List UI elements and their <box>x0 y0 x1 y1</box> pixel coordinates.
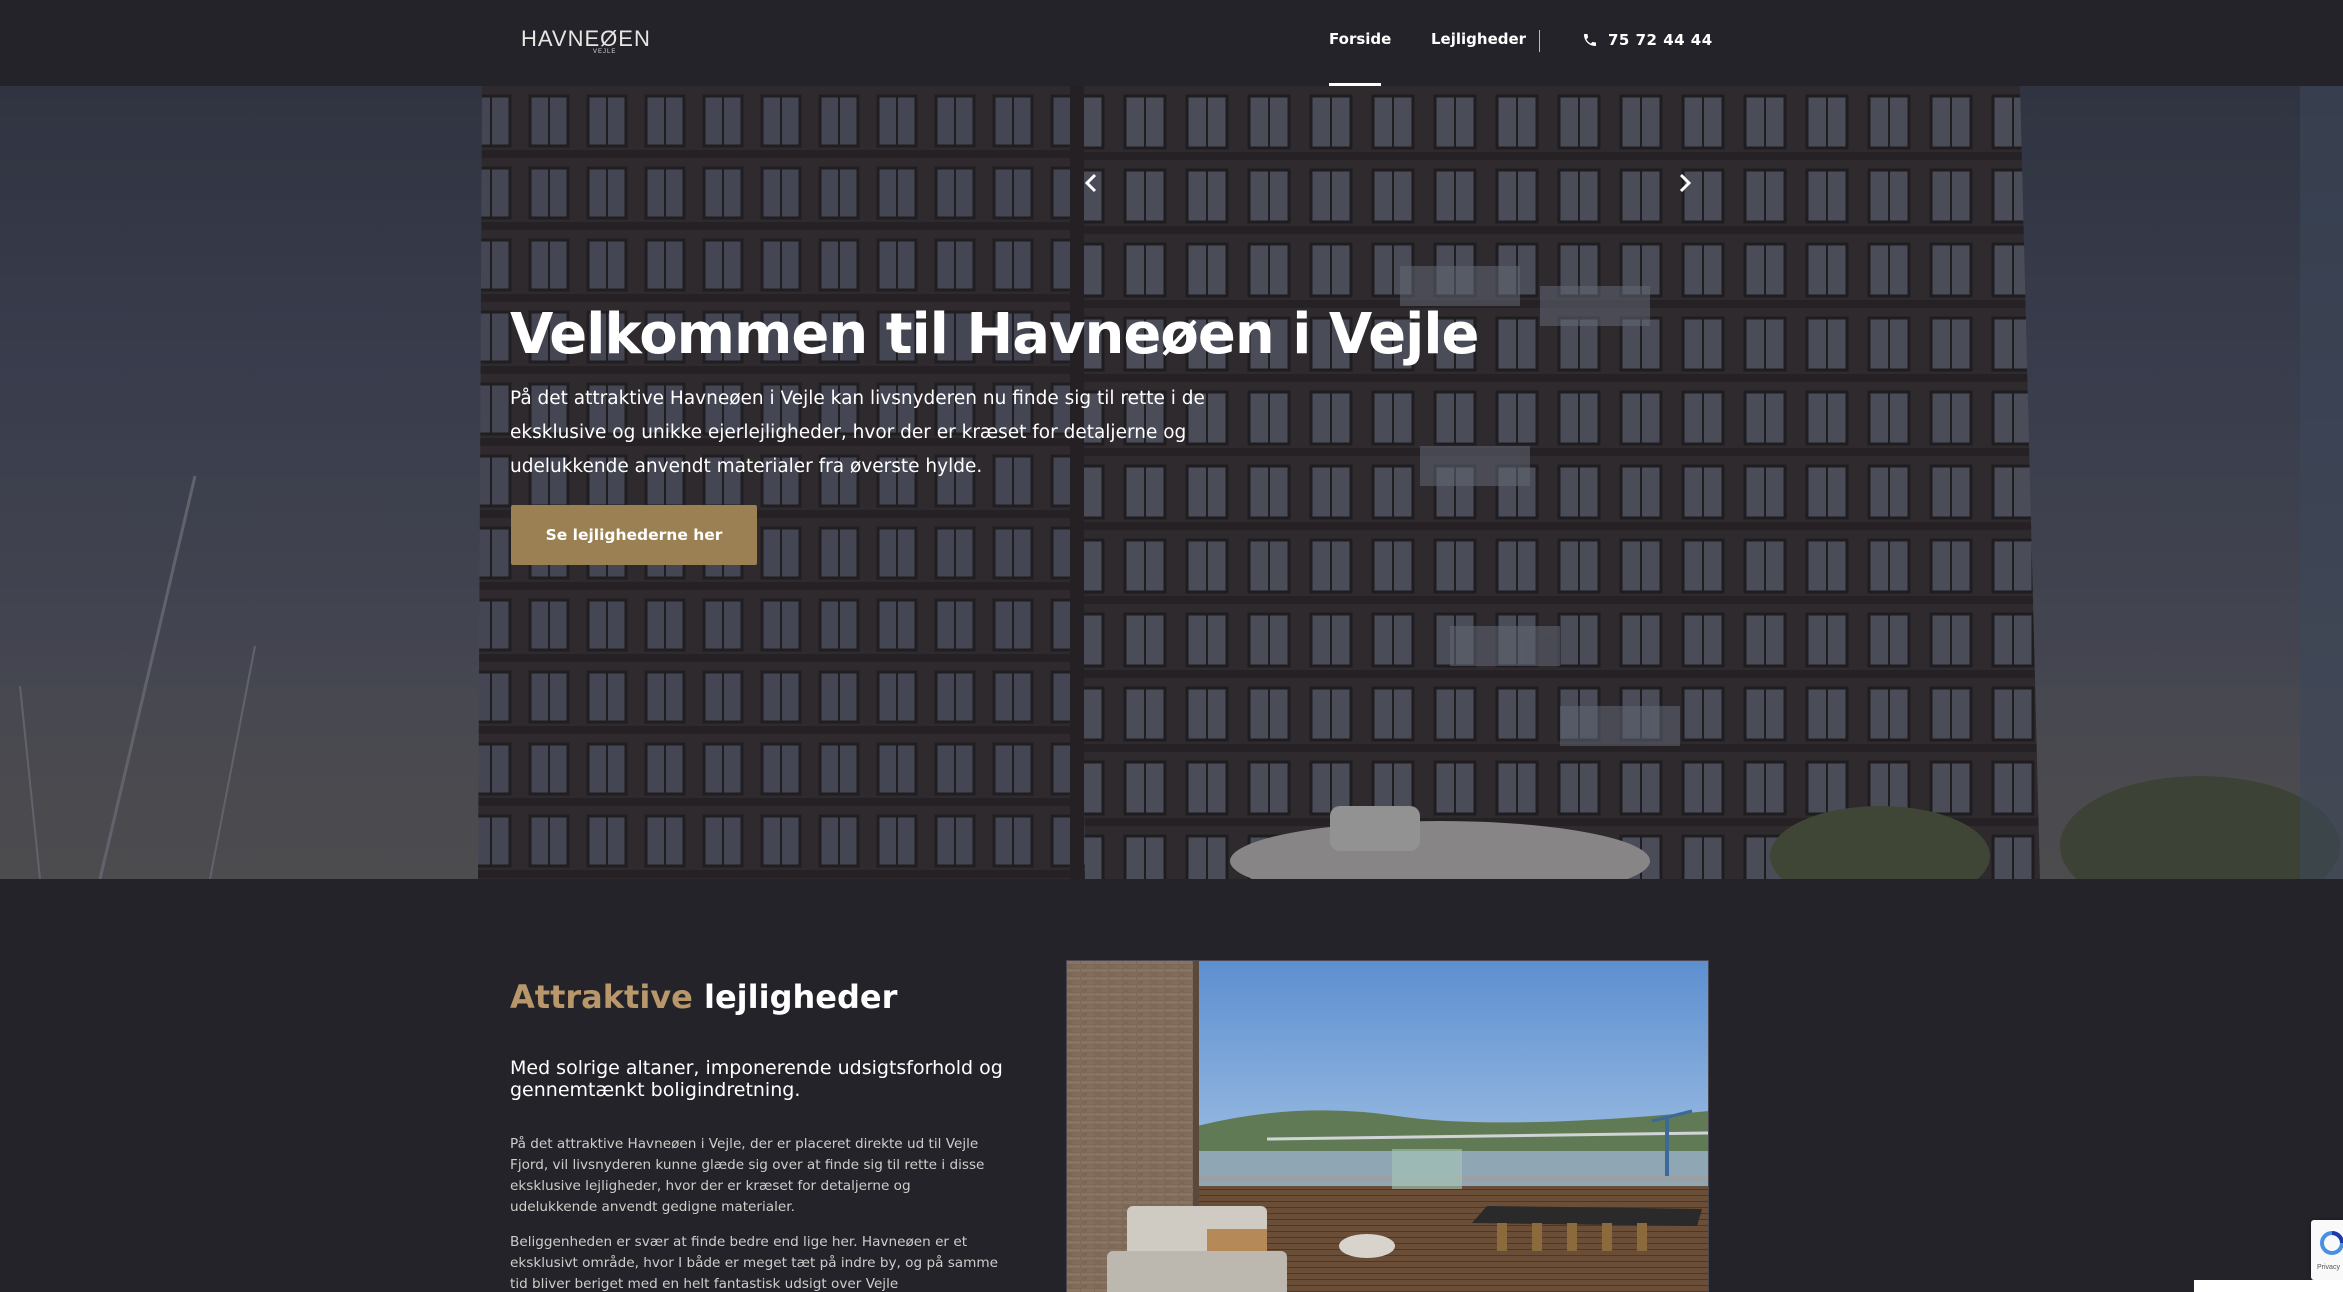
carousel-image <box>1067 961 1708 1292</box>
hero-text: På det attraktive Havneøen i Vejle kan l… <box>510 388 1205 477</box>
logo[interactable]: HAVNEØEN VEJLE <box>521 24 650 58</box>
nav-item-lejligheder[interactable]: Lejligheder <box>1431 30 1526 48</box>
section-heading-accent: Attraktive <box>510 978 693 1016</box>
cookie-banner-edge <box>2194 1280 2343 1292</box>
phone-icon <box>1584 34 1596 46</box>
section-subheading: Med solrige altaner, imponerende udsigts… <box>510 1057 1003 1101</box>
hero-title: Velkommen til Havneøen i Vejle <box>510 302 1480 367</box>
apartment-image-carousel[interactable] <box>1066 960 1709 1292</box>
nav-phone-link[interactable]: 75 72 44 44 <box>1582 31 1713 49</box>
carousel-prev-button[interactable] <box>1076 168 1106 198</box>
chevron-right-icon <box>1679 173 1692 193</box>
nav-divider <box>1539 30 1540 52</box>
section-paragraph-2: Beliggenheden er svær at finde bedre end… <box>510 1234 998 1292</box>
navbar: HAVNEØEN VEJLE Forside Lejligheder 75 72… <box>0 0 2343 86</box>
nav-active-indicator <box>1329 83 1381 86</box>
recaptcha-text: Privacy <box>2317 1264 2340 1271</box>
recaptcha-badge[interactable]: Privacy <box>2311 1220 2343 1280</box>
nav-item-forside[interactable]: Forside <box>1329 30 1391 48</box>
phone-number: 75 72 44 44 <box>1608 31 1713 49</box>
chevron-left-icon <box>1084 173 1097 193</box>
see-apartments-button[interactable]: Se lejlighederne her <box>511 505 757 565</box>
logo-subtext: VEJLE <box>593 49 617 55</box>
section-heading-main: lejligheder <box>703 978 898 1016</box>
carousel-next-button[interactable] <box>1670 168 1700 198</box>
recaptcha-icon <box>2320 1231 2343 1255</box>
logo-text: HAVNEØEN <box>521 26 651 51</box>
section-heading: Attraktive lejligheder <box>510 978 897 1016</box>
section-paragraph-1: På det attraktive Havneøen i Vejle, der … <box>510 1136 985 1215</box>
hero-section: Velkommen til Havneøen i Vejle På det at… <box>0 86 2343 879</box>
